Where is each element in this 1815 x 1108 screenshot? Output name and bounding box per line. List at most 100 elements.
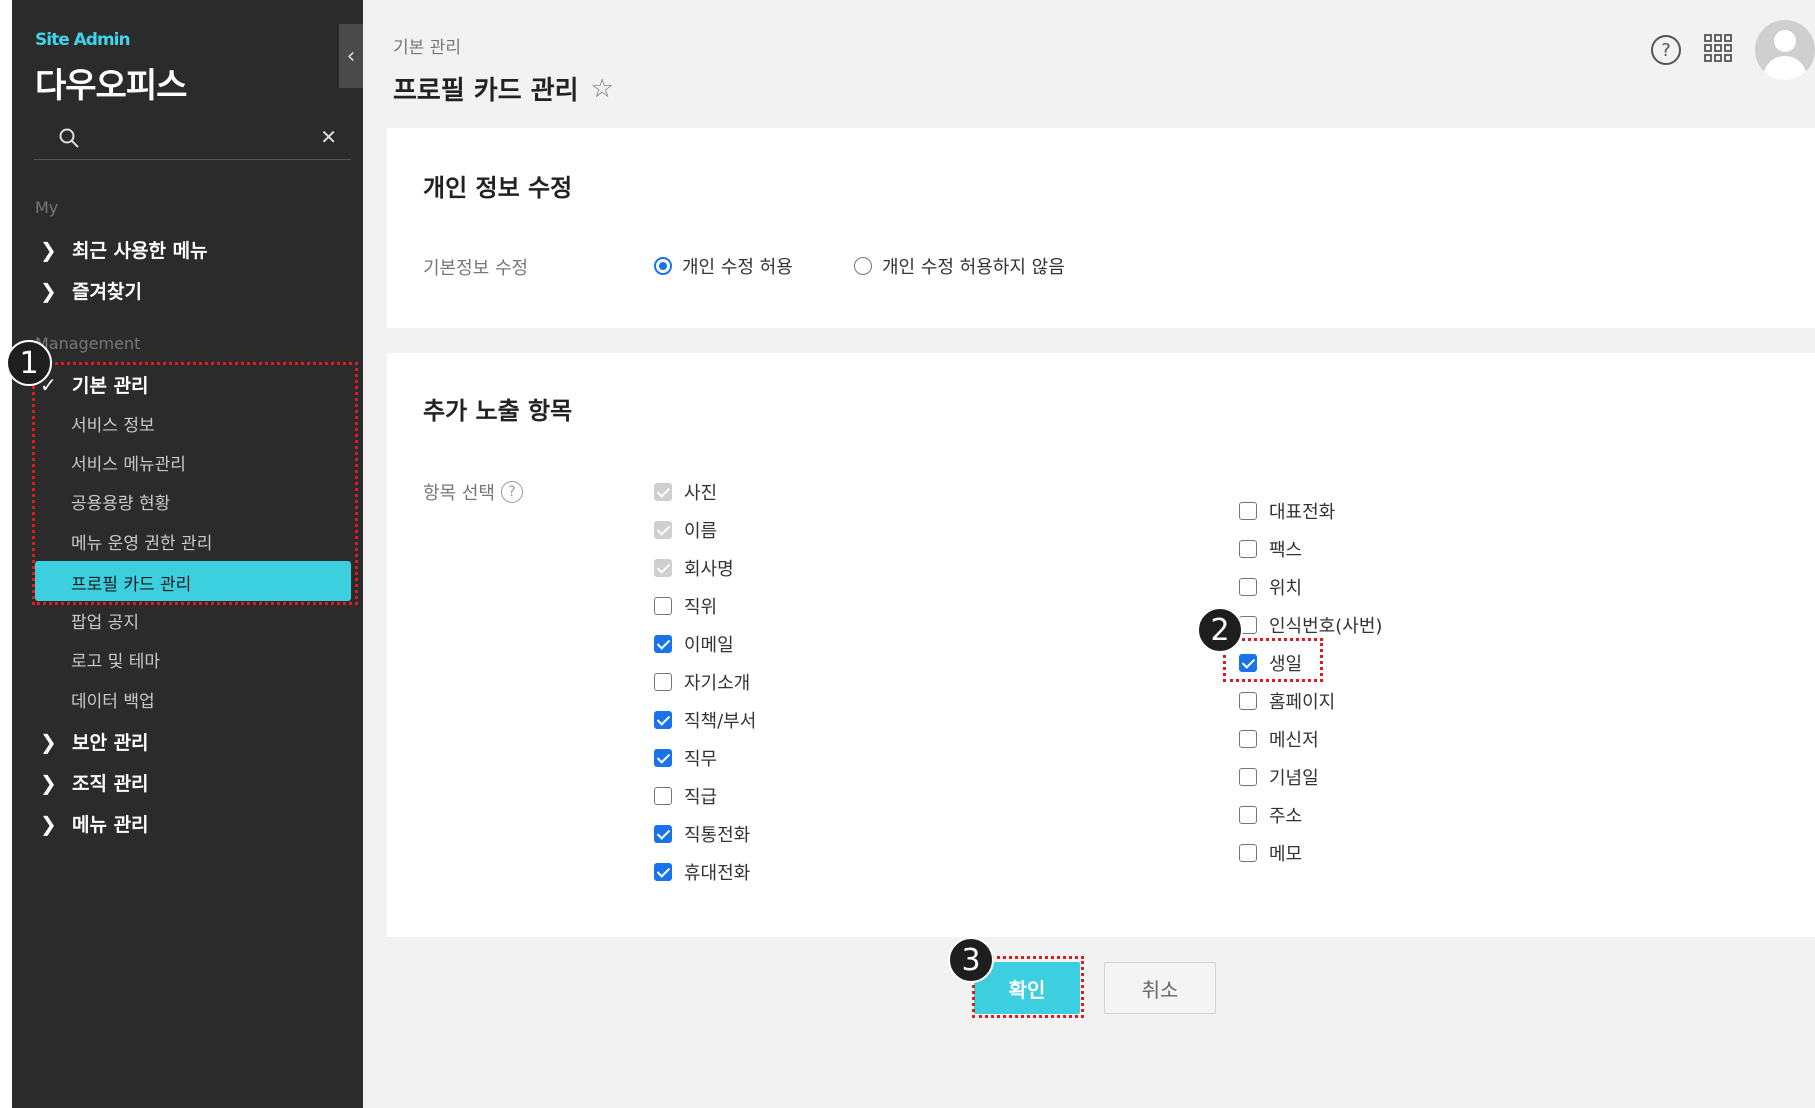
checkbox[interactable] — [1239, 768, 1257, 786]
company-name: 다우오피스 — [35, 66, 187, 106]
checkbox-label: 주소 — [1269, 806, 1303, 827]
checkbox-item[interactable]: 대표전화 — [1239, 498, 1335, 524]
sidebar-item-logo-theme[interactable]: 로고 및 테마 — [71, 647, 160, 672]
checkbox-item[interactable]: 팩스 — [1239, 536, 1302, 562]
checkbox[interactable] — [1239, 806, 1257, 824]
section-my: My — [35, 198, 59, 217]
help-icon[interactable]: ? — [500, 481, 523, 503]
avatar[interactable] — [1755, 20, 1815, 80]
checkbox-label: 이메일 — [684, 635, 734, 656]
checkbox[interactable] — [654, 749, 672, 767]
checkbox-item[interactable]: 위치 — [1239, 574, 1302, 600]
checkbox-label: 사진 — [684, 483, 718, 504]
checkbox-item[interactable]: 직급 — [654, 783, 717, 809]
step-badge-3: 3 — [948, 937, 994, 983]
checkbox[interactable] — [1239, 844, 1257, 862]
checkbox-item[interactable]: 직통전화 — [654, 821, 750, 847]
personal-info-card: 개인 정보 수정 기본정보 수정 개인 수정 허용 개인 수정 허용하지 않음 — [387, 128, 1815, 328]
checkbox-label: 회사명 — [684, 559, 734, 580]
chevron-right-icon: ❯ — [40, 811, 57, 836]
checkbox-label: 이름 — [684, 521, 718, 542]
sidebar-item-favorites[interactable]: ❯ 즐겨찾기 — [40, 277, 142, 304]
section-management: Management — [35, 334, 141, 353]
checkbox[interactable] — [654, 711, 672, 729]
checkbox-item[interactable]: 이메일 — [654, 631, 734, 657]
checkbox[interactable] — [654, 787, 672, 805]
checkbox-item[interactable]: 주소 — [1239, 802, 1302, 828]
apps-grid-icon[interactable] — [1703, 33, 1733, 67]
chevron-right-icon: ❯ — [40, 770, 57, 795]
sidebar-item-label: 메뉴 관리 — [72, 814, 149, 836]
sidebar-item-label: 최근 사용한 메뉴 — [72, 240, 208, 262]
radio-label: 개인 수정 허용하지 않음 — [882, 257, 1065, 278]
checkbox-item[interactable]: 직책/부서 — [654, 707, 756, 733]
checkbox-label: 직위 — [684, 597, 718, 618]
close-icon[interactable]: ✕ — [320, 125, 337, 149]
sidebar-item-popup-notice[interactable]: 팝업 공지 — [71, 608, 139, 633]
checkbox-label: 메모 — [1269, 844, 1303, 865]
sidebar-search-input[interactable] — [84, 124, 304, 152]
checkbox-item[interactable]: 메모 — [1239, 840, 1302, 866]
page-title-row: 프로필 카드 관리 ☆ — [393, 70, 614, 107]
checkbox-label: 직급 — [684, 787, 718, 808]
checkbox[interactable] — [654, 673, 672, 691]
checkbox[interactable] — [654, 863, 672, 881]
checkbox[interactable] — [1239, 540, 1257, 558]
checkbox-label: 위치 — [1269, 578, 1303, 599]
chevron-right-icon: ❯ — [40, 278, 57, 303]
checkbox[interactable] — [654, 597, 672, 615]
checkbox-item[interactable]: 휴대전화 — [654, 859, 750, 885]
checkbox-item[interactable]: 이름 — [654, 517, 717, 543]
checkbox-item[interactable]: 인식번호(사번) — [1239, 612, 1382, 638]
checkbox-item[interactable]: 홈페이지 — [1239, 688, 1335, 714]
checkbox[interactable] — [1239, 692, 1257, 710]
collapse-sidebar-button[interactable]: ‹ — [339, 24, 363, 88]
checkbox-item[interactable]: 직위 — [654, 593, 717, 619]
radio-deny-edit[interactable]: 개인 수정 허용하지 않음 — [854, 253, 1065, 279]
sidebar-item-recent-menu[interactable]: ❯ 최근 사용한 메뉴 — [40, 236, 208, 263]
checkbox[interactable] — [1239, 502, 1257, 520]
checkbox — [654, 483, 672, 501]
header-icons: ? — [1651, 20, 1815, 80]
step-badge-1: 1 — [6, 340, 52, 386]
radio-allow-edit[interactable]: 개인 수정 허용 — [654, 253, 793, 279]
radio-button-selected[interactable] — [654, 257, 672, 275]
checkbox-label: 자기소개 — [684, 673, 751, 694]
checkbox[interactable] — [1239, 578, 1257, 596]
sidebar-item-organization[interactable]: ❯ 조직 관리 — [40, 769, 149, 796]
checkbox-label: 대표전화 — [1269, 502, 1336, 523]
site-admin-label: Site Admin — [35, 30, 131, 50]
sidebar-item-menu-management[interactable]: ❯ 메뉴 관리 — [40, 810, 149, 837]
help-icon[interactable]: ? — [1651, 35, 1681, 65]
highlight-box-1 — [32, 362, 358, 605]
sidebar: Site Admin 다우오피스 ‹ ✕ My ❯ 최근 사용한 메뉴 ❯ 즐겨… — [12, 0, 363, 1108]
page-title: 프로필 카드 관리 — [393, 76, 579, 106]
radio-button[interactable] — [854, 257, 872, 275]
checkbox[interactable] — [654, 635, 672, 653]
extra-items-heading: 추가 노출 항목 — [423, 397, 573, 425]
star-icon[interactable]: ☆ — [591, 74, 614, 104]
checkbox-item[interactable]: 기념일 — [1239, 764, 1319, 790]
main-content: 기본 관리 프로필 카드 관리 ☆ ? 개인 정보 수정 기본정보 수정 개인 … — [363, 0, 1815, 1108]
checkbox-item[interactable]: 메신저 — [1239, 726, 1319, 752]
sidebar-search: ✕ — [34, 118, 351, 160]
cancel-button[interactable]: 취소 — [1104, 962, 1216, 1014]
sidebar-item-data-backup[interactable]: 데이터 백업 — [71, 687, 155, 712]
checkbox-item[interactable]: 자기소개 — [654, 669, 750, 695]
checkbox-item[interactable]: 직무 — [654, 745, 717, 771]
sidebar-item-label: 즐겨찾기 — [72, 281, 142, 303]
checkbox-item[interactable]: 회사명 — [654, 555, 734, 581]
breadcrumb[interactable]: 기본 관리 — [393, 33, 461, 58]
extra-items-card: 추가 노출 항목 항목 선택 ? 사진이름회사명직위이메일자기소개직책/부서직무… — [387, 353, 1815, 937]
checkbox[interactable] — [1239, 730, 1257, 748]
checkbox-item[interactable]: 사진 — [654, 479, 717, 505]
checkbox-label: 기념일 — [1269, 768, 1319, 789]
checkbox-label: 홈페이지 — [1269, 692, 1336, 713]
checkbox-label: 직무 — [684, 749, 718, 770]
checkbox-label: 직책/부서 — [684, 711, 757, 732]
sidebar-item-security[interactable]: ❯ 보안 관리 — [40, 728, 149, 755]
checkbox[interactable] — [654, 825, 672, 843]
step-badge-2: 2 — [1197, 607, 1243, 653]
item-select-text: 항목 선택 — [423, 483, 495, 504]
sidebar-item-label: 보안 관리 — [72, 732, 149, 754]
